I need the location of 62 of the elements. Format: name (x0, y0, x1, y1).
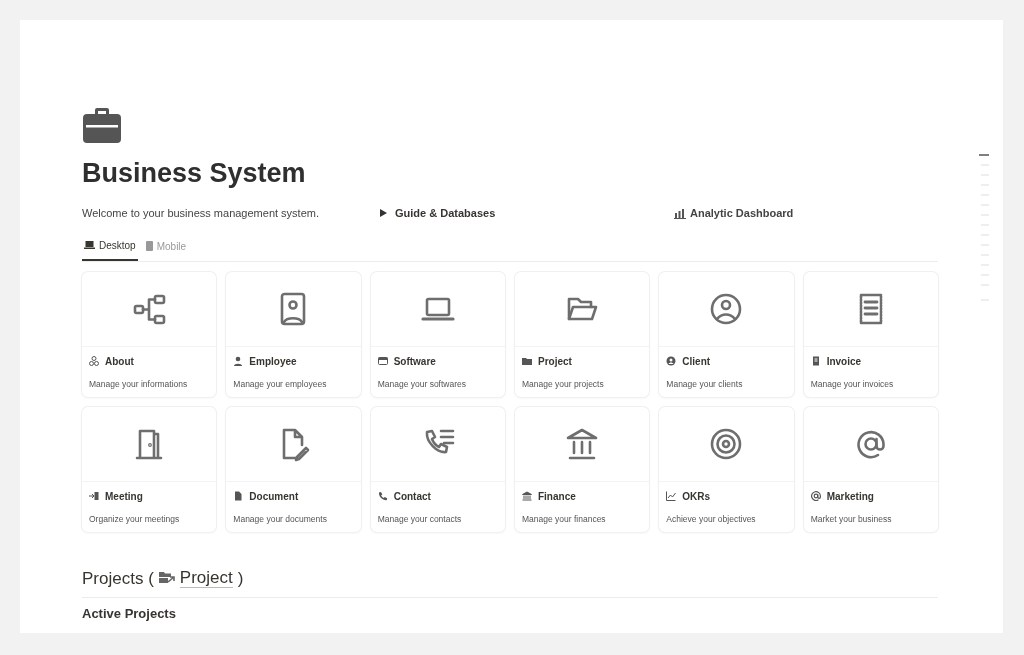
card-description: Manage your invoices (810, 377, 895, 391)
card-description: Market your business (810, 512, 893, 526)
section-heading: ) (237, 567, 244, 590)
project-link[interactable]: Project (179, 568, 233, 589)
nav-card[interactable]: Finance Manage your finances (515, 406, 650, 532)
nav-card[interactable]: Meeting Organize your meetings (82, 406, 217, 532)
nav-card[interactable]: Project Manage your projects (515, 271, 650, 397)
card-description: Manage your informations (89, 377, 189, 391)
card-description: Organize your meetings (89, 512, 181, 526)
dashboard-link[interactable]: Analytic Dashboard (690, 205, 794, 222)
card-title: Invoice (826, 354, 862, 369)
nav-card[interactable]: Client Manage your clients (659, 271, 794, 397)
bank-icon (522, 491, 532, 502)
nav-card[interactable]: OKRs Achieve your objectives (659, 406, 794, 532)
nav-card[interactable]: Contact Manage your contacts (370, 406, 505, 532)
phone-icon (145, 241, 153, 252)
card-title: Contact (393, 489, 431, 504)
card-title: Meeting (105, 489, 143, 504)
nav-card[interactable]: Invoice Manage your invoices (803, 271, 938, 397)
card-description: Manage your employees (233, 377, 328, 391)
intro-text: Welcome to your business management system. (82, 206, 320, 222)
card-title: Marketing (826, 489, 874, 504)
card-title: About (105, 354, 134, 369)
card-title: Employee (249, 354, 297, 369)
document-icon (233, 491, 244, 502)
briefcase-icon (82, 106, 122, 144)
nav-card[interactable]: Document Manage your documents (226, 406, 361, 532)
nav-card[interactable]: About Manage your informations (82, 271, 217, 397)
card-description: Manage your projects (522, 377, 605, 391)
chart-line-icon (666, 491, 677, 502)
diagram-icon (89, 356, 99, 367)
card-title: Document (249, 489, 299, 504)
nav-card[interactable]: Software Manage your softwares (370, 271, 505, 397)
laptop-icon (84, 241, 95, 250)
card-title: Finance (538, 489, 576, 504)
card-description: Manage your finances (522, 512, 607, 526)
card-title: Client (682, 354, 711, 369)
card-description: Achieve your objectives (666, 512, 757, 526)
section-heading: Projects ( (82, 567, 154, 590)
at-sign-icon (810, 491, 821, 502)
nav-card[interactable]: Marketing Market your business (803, 406, 938, 532)
phone-icon (377, 491, 388, 502)
toggle-link[interactable]: Guide & Databases (395, 205, 496, 222)
card-title: OKRs (682, 489, 711, 504)
bar-chart-icon (674, 207, 686, 219)
view-tab[interactable]: Desktop (82, 233, 138, 261)
folder-icon (522, 356, 532, 367)
person-icon (233, 356, 244, 367)
card-description: Manage your clients (666, 377, 744, 391)
subheading: Active Projects (82, 606, 177, 622)
triangle-icon (380, 209, 387, 218)
card-description: Manage your softwares (377, 377, 467, 391)
card-title: Software (393, 354, 436, 369)
card-title: Project (538, 354, 572, 369)
folder-arrow-icon (158, 571, 175, 586)
door-icon (89, 491, 99, 502)
page-title: Business System (82, 157, 307, 190)
user-circle-icon (666, 356, 677, 367)
nav-card[interactable]: Employee Manage your employees (226, 271, 361, 397)
card-description: Manage your documents (233, 512, 328, 526)
window-icon (377, 356, 388, 367)
card-description: Manage your contacts (377, 512, 463, 526)
